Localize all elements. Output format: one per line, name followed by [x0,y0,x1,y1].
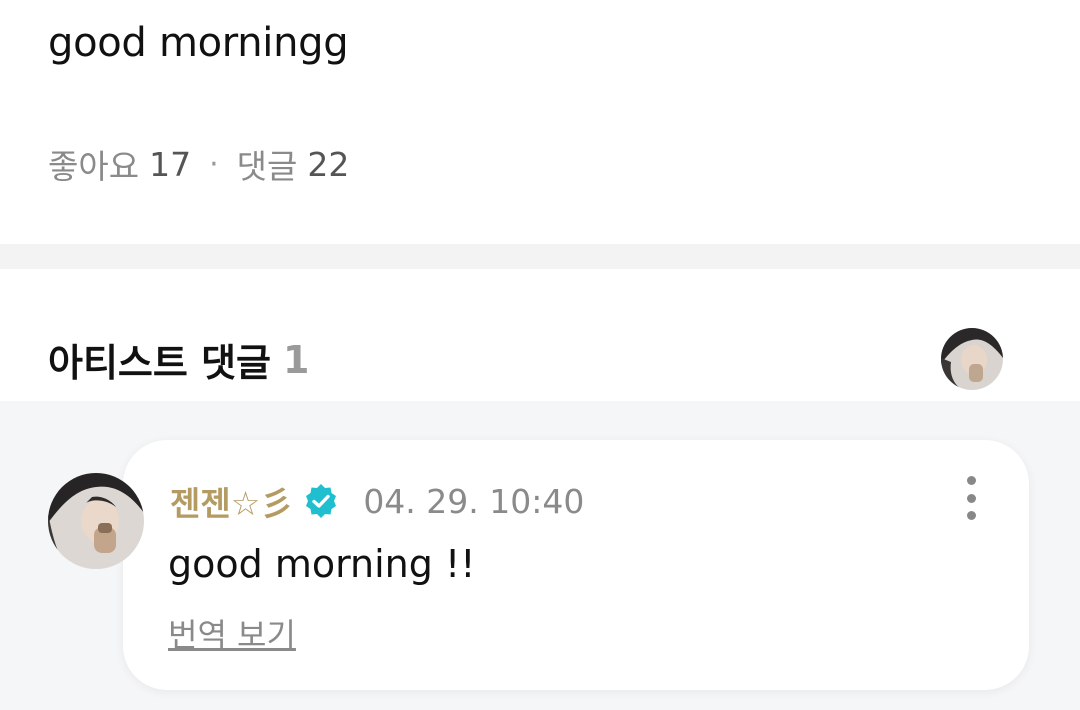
more-dot [966,476,976,485]
artist-comments-header: 아티스트 댓글 1 [48,332,309,387]
more-dot [966,493,976,503]
comment-timestamp: 04. 29. 10:40 [363,481,585,521]
comments-label[interactable]: 댓글 [237,140,298,188]
section-divider [0,244,1080,269]
translate-link[interactable]: 번역 보기 [168,610,296,656]
stats-separator: · [209,146,219,182]
more-dot [966,511,976,520]
artist-comments-title: 아티스트 댓글 [48,341,271,385]
comment-author-row: 젠젠☆彡 04. 29. 10:40 [170,477,584,525]
artist-comments-count: 1 [283,337,310,382]
comment-author-name[interactable]: 젠젠☆彡 [170,477,293,525]
more-vertical-icon[interactable] [956,476,986,520]
verified-badge-icon [306,484,337,518]
likes-label[interactable]: 좋아요 [48,140,139,188]
comment-text: good morning !! [168,542,476,586]
comment-author-avatar[interactable] [48,473,144,569]
likes-count[interactable]: 17 [149,145,191,184]
artist-avatar-small[interactable] [941,328,1003,390]
post-text: good morningg [48,20,349,66]
comments-count[interactable]: 22 [307,145,349,184]
post-stats: 좋아요 17 · 댓글 22 [48,140,349,188]
